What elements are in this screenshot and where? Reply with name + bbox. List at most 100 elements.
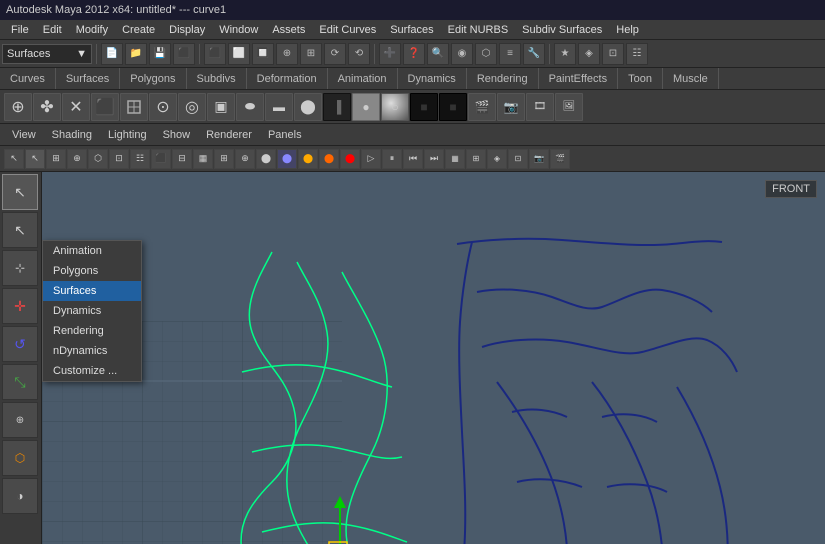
menu-assets[interactable]: Assets xyxy=(265,22,312,38)
shelf-rotate[interactable]: ⊕ xyxy=(4,93,32,121)
shelf-gray[interactable]: ● xyxy=(352,93,380,121)
panel-lighting[interactable]: Lighting xyxy=(100,127,155,143)
toolbar-icon-21[interactable]: ⊡ xyxy=(602,43,624,65)
tool-5[interactable]: ⊡ xyxy=(109,149,129,169)
menu-create[interactable]: Create xyxy=(115,22,162,38)
tool-4[interactable]: ⬡ xyxy=(88,149,108,169)
shelf-render4[interactable]: 🖼 xyxy=(555,93,583,121)
toolbar-icon-18[interactable]: 🔧 xyxy=(523,43,545,65)
tab-painteffects[interactable]: PaintEffects xyxy=(539,68,619,89)
toolbar-icon-6[interactable]: ⬜ xyxy=(228,43,250,65)
toolbar-icon-17[interactable]: ≡ xyxy=(499,43,521,65)
toolbar-icon-8[interactable]: ⊕ xyxy=(276,43,298,65)
panel-renderer[interactable]: Renderer xyxy=(198,127,260,143)
toolbar-icon-13[interactable]: ❓ xyxy=(403,43,425,65)
tool-14[interactable]: ⬤ xyxy=(298,149,318,169)
tool-15[interactable]: ⬤ xyxy=(319,149,339,169)
shelf-render2[interactable]: 📷 xyxy=(497,93,525,121)
tab-toon[interactable]: Toon xyxy=(618,68,663,89)
tool-6[interactable]: ☷ xyxy=(130,149,150,169)
shelf-circle[interactable]: ⬤ xyxy=(294,93,322,121)
tool-7[interactable]: ⬛ xyxy=(151,149,171,169)
tool-render2[interactable]: 🎬 xyxy=(550,149,570,169)
toolbox-select2[interactable]: ↖ xyxy=(2,212,38,248)
tool-2[interactable]: ⊞ xyxy=(46,149,66,169)
tool-11[interactable]: ⊕ xyxy=(235,149,255,169)
menu-window[interactable]: Window xyxy=(212,22,265,38)
tool-20[interactable]: ⏭ xyxy=(424,149,444,169)
tool-12[interactable]: ⬤ xyxy=(256,149,276,169)
tab-muscle[interactable]: Muscle xyxy=(663,68,719,89)
popup-surfaces[interactable]: Surfaces xyxy=(43,281,141,301)
toolbox-history[interactable]: ◑ xyxy=(2,478,38,514)
shelf-plane[interactable]: ▬ xyxy=(265,93,293,121)
menu-edit-nurbs[interactable]: Edit NURBS xyxy=(441,22,516,38)
popup-ndynamics[interactable]: nDynamics xyxy=(43,341,141,361)
tool-13[interactable]: ⬤ xyxy=(277,149,297,169)
tool-lasso[interactable]: ↖ xyxy=(25,149,45,169)
shelf-cube[interactable]: ▣ xyxy=(207,93,235,121)
tool-render1[interactable]: 📷 xyxy=(529,149,549,169)
toolbox-select[interactable]: ↖ xyxy=(2,174,38,210)
tool-snap3[interactable]: ◈ xyxy=(487,149,507,169)
tool-snap4[interactable]: ⊡ xyxy=(508,149,528,169)
tool-17[interactable]: ▷ xyxy=(361,149,381,169)
tool-19[interactable]: ⏮ xyxy=(403,149,423,169)
toolbox-soft[interactable]: ⬡ xyxy=(2,440,38,476)
tool-3[interactable]: ⊕ xyxy=(67,149,87,169)
shelf-black2[interactable]: ■ xyxy=(439,93,467,121)
menu-file[interactable]: File xyxy=(4,22,36,38)
tab-animation[interactable]: Animation xyxy=(328,68,398,89)
toolbar-icon-12[interactable]: ➕ xyxy=(379,43,401,65)
toolbox-rotate[interactable]: ↺ xyxy=(2,326,38,362)
menu-help[interactable]: Help xyxy=(609,22,646,38)
shelf-render1[interactable]: 🎬 xyxy=(468,93,496,121)
shelf-lattice[interactable] xyxy=(120,93,148,121)
shelf-snap[interactable]: ⬛ xyxy=(91,93,119,121)
menu-display[interactable]: Display xyxy=(162,22,212,38)
shelf-cylinder[interactable]: ⬬ xyxy=(236,93,264,121)
toolbar-icon-9[interactable]: ⊞ xyxy=(300,43,322,65)
popup-polygons[interactable]: Polygons xyxy=(43,261,141,281)
shelf-black[interactable]: ■ xyxy=(410,93,438,121)
menu-subdiv-surfaces[interactable]: Subdiv Surfaces xyxy=(515,22,609,38)
menu-modify[interactable]: Modify xyxy=(69,22,115,38)
tab-deformation[interactable]: Deformation xyxy=(247,68,328,89)
toolbar-icon-19[interactable]: ★ xyxy=(554,43,576,65)
panel-shading[interactable]: Shading xyxy=(44,127,100,143)
panel-panels[interactable]: Panels xyxy=(260,127,310,143)
toolbox-move[interactable]: ✛ xyxy=(2,288,38,324)
viewport[interactable]: FRONT xyxy=(42,172,825,544)
toolbar-icon-14[interactable]: 🔍 xyxy=(427,43,449,65)
toolbar-icon-save[interactable]: 💾 xyxy=(149,43,171,65)
tab-polygons[interactable]: Polygons xyxy=(120,68,186,89)
tab-rendering[interactable]: Rendering xyxy=(467,68,539,89)
toolbox-lasso[interactable]: ⊹ xyxy=(2,250,38,286)
toolbox-scale[interactable]: ⤡ xyxy=(2,364,38,400)
tool-8[interactable]: ⊟ xyxy=(172,149,192,169)
tool-16[interactable]: ⬤ xyxy=(340,149,360,169)
menu-edit-curves[interactable]: Edit Curves xyxy=(312,22,383,38)
toolbar-icon-16[interactable]: ⬡ xyxy=(475,43,497,65)
toolbox-universal[interactable]: ⊕ xyxy=(2,402,38,438)
popup-dynamics[interactable]: Dynamics xyxy=(43,301,141,321)
shelf-torus[interactable]: ◎ xyxy=(178,93,206,121)
shelf-chrome[interactable]: ○ xyxy=(381,93,409,121)
menu-edit[interactable]: Edit xyxy=(36,22,69,38)
module-dropdown[interactable]: Surfaces ▼ xyxy=(2,44,92,64)
toolbar-icon-open[interactable]: 📁 xyxy=(125,43,147,65)
tab-surfaces[interactable]: Surfaces xyxy=(56,68,120,89)
toolbar-icon-5[interactable]: ⬛ xyxy=(204,43,226,65)
tool-18[interactable]: ⏸ xyxy=(382,149,402,169)
popup-rendering[interactable]: Rendering xyxy=(43,321,141,341)
popup-animation[interactable]: Animation xyxy=(43,241,141,261)
tool-snap1[interactable]: ▦ xyxy=(445,149,465,169)
toolbar-icon-22[interactable]: ☷ xyxy=(626,43,648,65)
tool-10[interactable]: ⊞ xyxy=(214,149,234,169)
toolbar-icon-20[interactable]: ◈ xyxy=(578,43,600,65)
tool-snap2[interactable]: ⊞ xyxy=(466,149,486,169)
panel-show[interactable]: Show xyxy=(155,127,199,143)
toolbar-icon-10[interactable]: ⟳ xyxy=(324,43,346,65)
shelf-render3[interactable]: 🎞 xyxy=(526,93,554,121)
tool-9[interactable]: ▦ xyxy=(193,149,213,169)
